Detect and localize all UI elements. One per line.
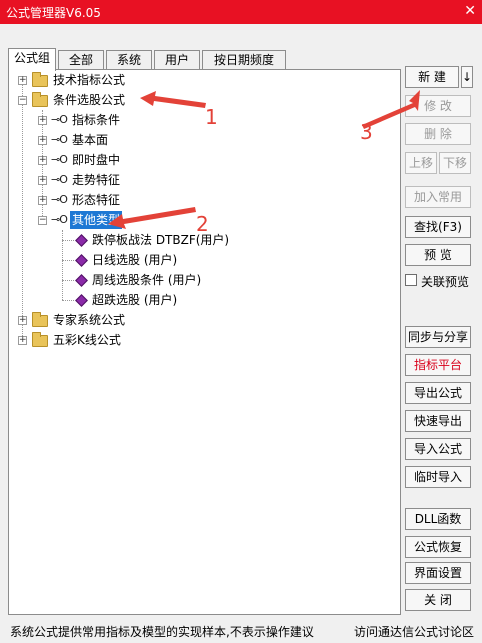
tab-system[interactable]: 系统: [106, 50, 152, 70]
tree-node-fundamentals[interactable]: + ⊸O 基本面: [9, 130, 399, 150]
window-title: 公式管理器V6.05: [6, 6, 101, 20]
tree-leaf-formula[interactable]: 周线选股条件 (用户): [9, 270, 399, 290]
new-button[interactable]: 新 建: [405, 66, 459, 88]
folder-icon: [32, 312, 48, 327]
expand-icon[interactable]: +: [18, 336, 27, 345]
expand-icon[interactable]: +: [38, 136, 47, 145]
export-formula-button[interactable]: 导出公式: [405, 382, 471, 404]
linked-preview-label: 关联预览: [421, 275, 470, 289]
tree-node-label: 条件选股公式: [53, 93, 126, 107]
move-down-button[interactable]: 下移: [439, 152, 471, 174]
tab-user[interactable]: 用户: [154, 50, 200, 70]
find-button[interactable]: 查找(F3): [405, 216, 471, 238]
collapse-icon[interactable]: −: [18, 96, 27, 105]
delete-button[interactable]: 删 除: [405, 123, 471, 145]
tree-node-condition-screening[interactable]: − 条件选股公式: [9, 90, 399, 110]
forum-link[interactable]: 访问通达信公式讨论区: [354, 623, 474, 640]
title-bar: 公式管理器V6.05 ✕: [0, 0, 482, 24]
close-icon[interactable]: ✕: [464, 3, 476, 19]
formula-tree[interactable]: + 技术指标公式 − 条件选股公式 + ⊸O 指标条件 + ⊸O 基本面 + ⊸…: [8, 69, 401, 615]
tree-node-technical-indicators[interactable]: + 技术指标公式: [9, 70, 399, 90]
tab-formula-group[interactable]: 公式组: [8, 48, 56, 71]
formula-icon: [75, 294, 88, 307]
tree-node-label: 基本面: [72, 133, 109, 147]
tree-node-label: 技术指标公式: [53, 73, 126, 87]
key-icon: ⊸O: [51, 193, 68, 206]
tree-node-pattern-features[interactable]: + ⊸O 形态特征: [9, 190, 399, 210]
folder-icon: [32, 72, 48, 87]
tree-leaf-formula[interactable]: 日线选股 (用户): [9, 250, 399, 270]
formula-icon: [75, 234, 88, 247]
status-disclaimer: 系统公式提供常用指标及模型的实现样本,不表示操作建议: [10, 625, 314, 639]
ui-settings-button[interactable]: 界面设置: [405, 562, 471, 584]
expand-icon[interactable]: +: [18, 76, 27, 85]
temp-import-button[interactable]: 临时导入: [405, 466, 471, 488]
tree-node-label: 周线选股条件 (用户): [92, 273, 202, 287]
tree-node-label: 即时盘中: [72, 153, 121, 167]
folder-icon: [32, 332, 48, 347]
new-dropdown-button[interactable]: ↓: [461, 66, 473, 88]
tree-node-label: 其他类型: [70, 211, 123, 229]
expand-icon[interactable]: +: [38, 156, 47, 165]
expand-icon[interactable]: +: [18, 316, 27, 325]
key-icon: ⊸O: [51, 133, 68, 146]
formula-restore-button[interactable]: 公式恢复: [405, 536, 471, 558]
tab-by-date-frequency[interactable]: 按日期频度: [202, 50, 286, 70]
tree-node-expert-system[interactable]: + 专家系统公式: [9, 310, 399, 330]
key-icon: ⊸O: [51, 113, 68, 126]
tree-node-trend-features[interactable]: + ⊸O 走势特征: [9, 170, 399, 190]
tree-node-label: 形态特征: [72, 193, 121, 207]
linked-preview-checkbox[interactable]: [405, 274, 417, 286]
formula-icon: [75, 274, 88, 287]
indicator-platform-button[interactable]: 指标平台: [405, 354, 471, 376]
tab-all[interactable]: 全部: [58, 50, 104, 70]
key-icon: ⊸O: [51, 173, 68, 186]
tree-node-intraday[interactable]: + ⊸O 即时盘中: [9, 150, 399, 170]
folder-icon: [32, 92, 48, 107]
expand-icon[interactable]: +: [38, 176, 47, 185]
key-icon: ⊸O: [51, 213, 68, 226]
annotation-number-3: 3: [360, 120, 373, 144]
tree-node-label: 走势特征: [72, 173, 121, 187]
dll-functions-button[interactable]: DLL函数: [405, 508, 471, 530]
sync-share-button[interactable]: 同步与分享: [405, 326, 471, 348]
move-up-button[interactable]: 上移: [405, 152, 437, 174]
key-icon: ⊸O: [51, 153, 68, 166]
expand-icon[interactable]: +: [38, 196, 47, 205]
tree-node-label: 超跌选股 (用户): [92, 293, 178, 307]
annotation-number-2: 2: [196, 212, 209, 236]
tree-node-label: 日线选股 (用户): [92, 253, 178, 267]
import-formula-button[interactable]: 导入公式: [405, 438, 471, 460]
tree-node-label: 指标条件: [72, 113, 121, 127]
annotation-number-1: 1: [205, 105, 218, 129]
status-bar: 系统公式提供常用指标及模型的实现样本,不表示操作建议 访问通达信公式讨论区: [0, 619, 482, 643]
preview-button[interactable]: 预 览: [405, 244, 471, 266]
tree-node-colored-kline[interactable]: + 五彩K线公式: [9, 330, 399, 350]
tree-node-label: 专家系统公式: [53, 313, 126, 327]
tree-node-indicator-conditions[interactable]: + ⊸O 指标条件: [9, 110, 399, 130]
tree-leaf-formula[interactable]: 超跌选股 (用户): [9, 290, 399, 310]
tree-node-label: 五彩K线公式: [53, 333, 121, 347]
collapse-icon[interactable]: −: [38, 216, 47, 225]
modify-button[interactable]: 修 改: [405, 95, 471, 117]
quick-export-button[interactable]: 快速导出: [405, 410, 471, 432]
close-button[interactable]: 关 闭: [405, 589, 471, 611]
expand-icon[interactable]: +: [38, 116, 47, 125]
formula-icon: [75, 254, 88, 267]
add-common-button[interactable]: 加入常用: [405, 186, 471, 208]
